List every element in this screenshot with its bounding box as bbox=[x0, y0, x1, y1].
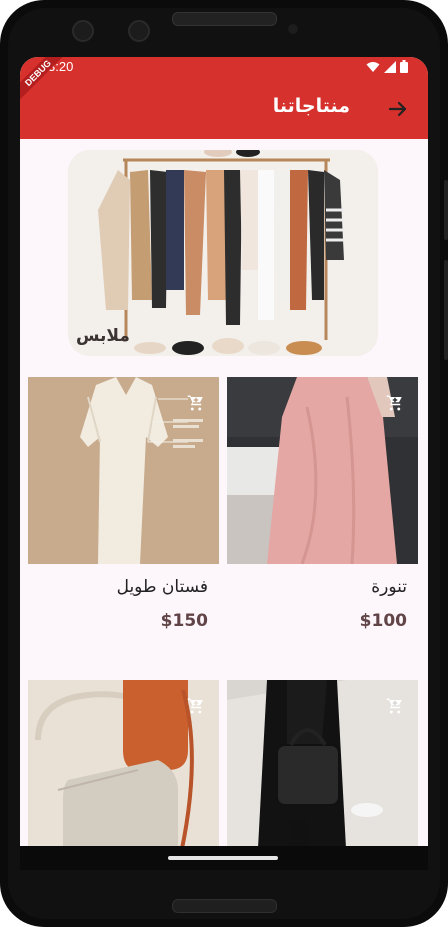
status-icons bbox=[366, 60, 408, 73]
proximity-sensor bbox=[288, 24, 298, 34]
product-card-bag[interactable] bbox=[227, 680, 418, 867]
power-button bbox=[444, 180, 448, 240]
product-price: $150 bbox=[160, 611, 208, 631]
product-name: فستان طويل bbox=[116, 577, 208, 597]
system-nav-bar bbox=[20, 846, 428, 870]
add-shopping-cart-icon[interactable] bbox=[386, 697, 404, 715]
arrow-forward-icon[interactable] bbox=[386, 97, 410, 121]
product-name: تنورة bbox=[371, 577, 407, 597]
product-card-dress[interactable] bbox=[28, 377, 219, 564]
category-banner[interactable]: ملابس bbox=[68, 150, 378, 356]
home-gesture-handle[interactable] bbox=[168, 856, 278, 860]
wifi-icon bbox=[366, 61, 380, 72]
bottom-speaker bbox=[172, 899, 277, 913]
add-shopping-cart-icon[interactable] bbox=[187, 394, 205, 412]
earpiece-speaker bbox=[172, 12, 277, 26]
banner-label: ملابس bbox=[76, 326, 130, 346]
front-camera bbox=[72, 20, 94, 42]
add-shopping-cart-icon[interactable] bbox=[187, 697, 205, 715]
product-price: $100 bbox=[359, 611, 407, 631]
signal-icon bbox=[384, 60, 396, 73]
app-bar: 3:20 DEBUG منتاجاتنا bbox=[20, 57, 428, 139]
app-screen: 3:20 DEBUG منتاجاتنا ملابس تنورة $100 فس… bbox=[20, 57, 428, 870]
product-card-skirt[interactable] bbox=[227, 377, 418, 564]
product-card-leather[interactable] bbox=[28, 680, 219, 867]
add-shopping-cart-icon[interactable] bbox=[386, 394, 404, 412]
page-title: منتاجاتنا bbox=[272, 95, 350, 117]
battery-icon bbox=[400, 60, 408, 73]
volume-button bbox=[444, 260, 448, 360]
front-sensor bbox=[128, 20, 150, 42]
